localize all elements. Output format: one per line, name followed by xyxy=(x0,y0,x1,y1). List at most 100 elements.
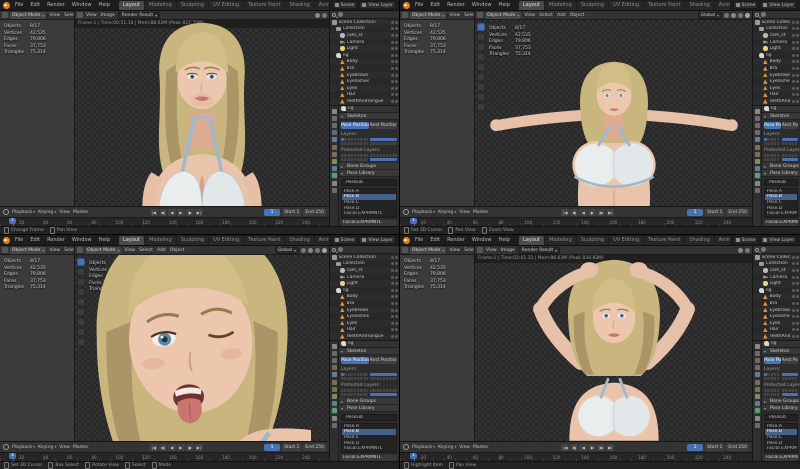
pose-list-item[interactable]: Facial.EXPRMNTL xyxy=(342,211,396,217)
render-view[interactable]: Frame:1 | Time:00:51.14 | Mem:88.02M (Pe… xyxy=(75,20,329,206)
snap-magnet-icon[interactable] xyxy=(724,13,729,18)
modifiers-tab-icon[interactable] xyxy=(755,159,760,164)
rest-position-button[interactable]: Rest Position xyxy=(782,122,799,129)
jump-to-end-button[interactable]: ▶| xyxy=(606,444,614,451)
view-menu[interactable]: View xyxy=(448,13,461,18)
pose-position-button[interactable]: Pose Position xyxy=(341,122,369,129)
tool-tab-icon[interactable] xyxy=(755,109,760,114)
physics-tab-icon[interactable] xyxy=(332,401,337,406)
tab-layout[interactable]: Layout xyxy=(119,236,144,245)
render-tab-icon[interactable] xyxy=(332,351,337,356)
tab-sculpting[interactable]: Sculpting xyxy=(577,1,608,10)
physics-tab-icon[interactable] xyxy=(755,401,760,406)
outliner-row[interactable]: Camera xyxy=(753,39,800,46)
pose-position-button[interactable]: Pose Position xyxy=(764,122,781,129)
pin-icon[interactable] xyxy=(315,13,320,18)
mode-select[interactable]: Object Mode xyxy=(85,247,121,254)
constraints-tab-icon[interactable] xyxy=(332,181,337,186)
frame-end-field[interactable]: End 250 xyxy=(726,444,749,451)
jump-to-start-button[interactable]: |◀ xyxy=(561,444,569,451)
tab-shading[interactable]: Shading xyxy=(685,1,713,10)
view-layer-tab-icon[interactable] xyxy=(332,365,337,370)
marker-menu[interactable]: Marker xyxy=(473,210,489,215)
tab-layout[interactable]: Layout xyxy=(519,236,544,245)
render-view[interactable]: Frame:1 | Time:02:01.31 | Mem:86.63M (Pe… xyxy=(475,255,752,441)
frame-end-field[interactable]: End 250 xyxy=(726,209,749,216)
timeline-ruler[interactable]: 2040 6080 100120 140160 180200 220240 1 xyxy=(400,452,752,461)
bone-groups-panel-header[interactable]: Bone Groups xyxy=(762,163,800,170)
tab-uv-editing[interactable]: UV Editing xyxy=(609,236,643,245)
tab-modeling[interactable]: Modeling xyxy=(145,236,176,245)
timeline-ruler[interactable]: 2040 6080 100120 140160 180200 220240 1 xyxy=(0,217,329,226)
view-layer-selector[interactable]: View Layer xyxy=(359,1,396,9)
image-menu[interactable]: Image xyxy=(500,248,516,253)
select-menu[interactable]: Select xyxy=(463,248,474,253)
outliner-row[interactable]: Scene Collection xyxy=(330,254,399,261)
constraints-tab-icon[interactable] xyxy=(755,416,760,421)
select-menu[interactable]: Select xyxy=(63,248,74,253)
pose-position-button[interactable]: Pose Position xyxy=(341,357,369,364)
marker-menu[interactable]: Marker xyxy=(73,210,89,215)
outliner-row[interactable]: rig xyxy=(330,52,399,59)
current-frame-field[interactable]: 1 xyxy=(687,209,703,216)
image-menu[interactable]: Image xyxy=(100,13,116,18)
pose-list-item[interactable]: Facial.EXPRMNTL xyxy=(765,446,797,452)
side-3d-viewport[interactable]: Object Mode View Select Add Object Objec… xyxy=(400,246,475,441)
outliner-row[interactable]: Camera xyxy=(330,274,399,281)
play-reverse-button[interactable]: ◀ xyxy=(579,444,587,451)
transform-orientation-select[interactable]: Global xyxy=(275,247,299,254)
keying-menu[interactable]: Keying xyxy=(38,444,56,450)
frame-end-field[interactable]: End 250 xyxy=(303,209,326,216)
view-menu[interactable]: View xyxy=(459,210,470,215)
search-icon[interactable] xyxy=(332,13,336,17)
tab-uv-editing[interactable]: UV Editing xyxy=(209,236,243,245)
scene-tab-icon[interactable] xyxy=(332,372,337,377)
view-layer-tab-icon[interactable] xyxy=(332,130,337,135)
scene-tab-icon[interactable] xyxy=(755,372,760,377)
mode-select[interactable]: Object Mode xyxy=(10,12,46,19)
object-tab-icon[interactable] xyxy=(332,387,337,392)
menu-edit[interactable]: Edit xyxy=(28,2,42,8)
pose-library-panel-header[interactable]: Pose Library xyxy=(762,405,800,412)
tab-animation[interactable]: Animation xyxy=(715,1,730,10)
tab-texture-paint[interactable]: Texture Paint xyxy=(244,236,284,245)
next-keyframe-button[interactable]: |▶ xyxy=(186,209,194,216)
render-tab-icon[interactable] xyxy=(755,116,760,121)
outliner-row[interactable]: Collection xyxy=(753,261,800,268)
blender-logo-icon[interactable] xyxy=(403,237,410,244)
playhead[interactable]: 1 xyxy=(414,218,415,226)
shading-rendered-icon[interactable] xyxy=(322,248,327,253)
side-3d-viewport[interactable]: Object Mode View Select Add Object Objec… xyxy=(400,11,475,206)
bone-groups-panel-header[interactable]: Bone Groups xyxy=(339,398,399,405)
tab-texture-paint[interactable]: Texture Paint xyxy=(244,1,284,10)
armature-layers-grid[interactable] xyxy=(339,137,399,147)
prev-keyframe-button[interactable]: ◀| xyxy=(570,444,578,451)
tool-tab-icon[interactable] xyxy=(755,344,760,349)
output-tab-icon[interactable] xyxy=(755,123,760,128)
tab-texture-paint[interactable]: Texture Paint xyxy=(644,1,684,10)
pose-list-item[interactable]: Facial.EXPRMNTL xyxy=(342,446,396,452)
view-menu[interactable]: View xyxy=(123,248,136,253)
tool-tab-icon[interactable] xyxy=(332,109,337,114)
gizmo-icon[interactable] xyxy=(308,248,313,253)
bone-groups-panel-header[interactable]: Bone Groups xyxy=(762,398,800,405)
output-tab-icon[interactable] xyxy=(332,358,337,363)
editor-type-icon[interactable] xyxy=(77,12,83,18)
play-reverse-button[interactable]: ◀ xyxy=(168,444,176,451)
menu-window[interactable]: Window xyxy=(70,2,94,8)
search-icon[interactable] xyxy=(755,13,759,17)
jump-to-end-button[interactable]: ▶| xyxy=(606,209,614,216)
side-3d-viewport[interactable]: Object Mode View Select Add Object Objec… xyxy=(0,246,75,441)
menu-file[interactable]: File xyxy=(413,237,425,243)
skeleton-panel-header[interactable]: Skeleton xyxy=(762,113,800,120)
mode-select[interactable]: Object Mode xyxy=(410,247,446,254)
tab-animation[interactable]: Animation xyxy=(315,1,329,10)
pose-library-datablock[interactable]: PoseLib xyxy=(764,414,798,421)
add-menu[interactable]: Add xyxy=(556,13,567,18)
outliner-row[interactable]: Light xyxy=(753,45,800,52)
render-tab-icon[interactable] xyxy=(755,351,760,356)
pose-library-datablock[interactable]: PoseLib xyxy=(341,414,397,421)
tab-layout[interactable]: Layout xyxy=(519,1,544,10)
mode-select[interactable]: Object Mode xyxy=(485,12,521,19)
outliner-row[interactable]: TeethAndTongue xyxy=(330,98,399,105)
